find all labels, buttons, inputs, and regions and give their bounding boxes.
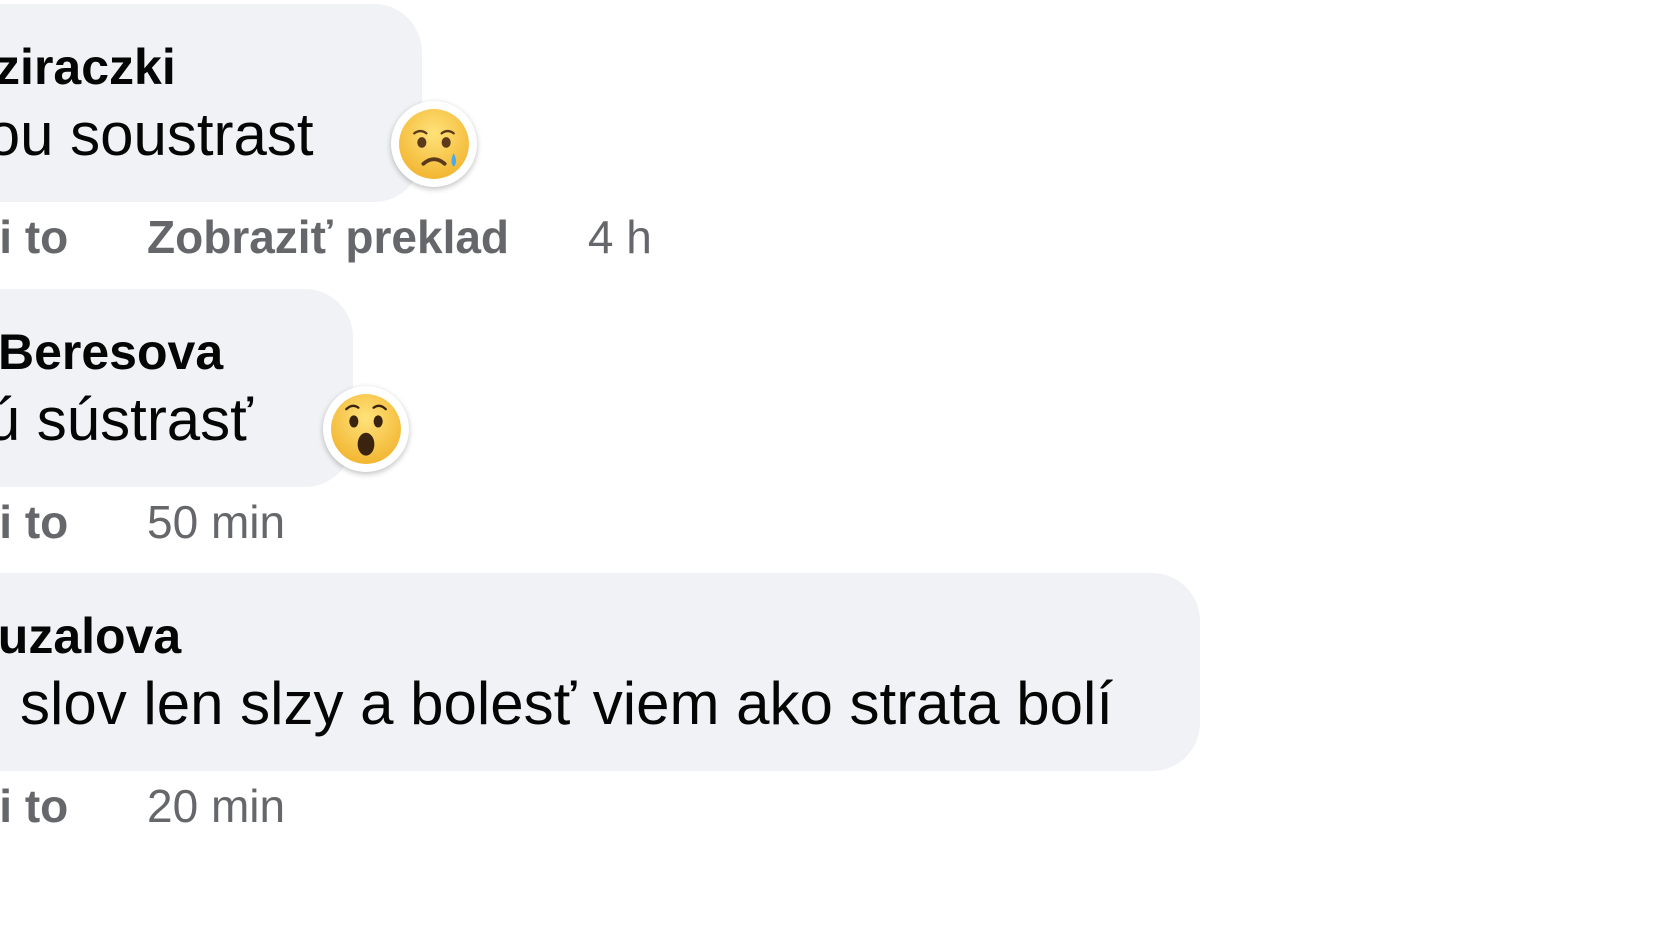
comment-text: nnú sústrasť [0, 386, 253, 453]
like-link[interactable]: a mi to [0, 211, 68, 263]
comment-time[interactable]: 50 min [147, 496, 285, 548]
comment-author[interactable]: Beresova [0, 323, 223, 381]
comment-author[interactable]: a Sziraczki [0, 38, 176, 96]
wow-reaction-icon[interactable] [323, 386, 409, 472]
comments-section: a Sziraczki nnou soustrast a mi [0, 0, 1680, 945]
translate-link[interactable]: Zobraziť preklad [147, 211, 509, 263]
comment-time[interactable]: 4 h [588, 211, 652, 263]
comment-meta: a mi to 50 min [0, 495, 285, 549]
comment-text: am slov len slzy a bolesť viem ako strat… [0, 670, 1113, 737]
sad-reaction-icon[interactable] [391, 101, 477, 187]
comment-meta: a mi to 20 min [0, 779, 285, 833]
comment-meta: a mi to Zobraziť preklad 4 h [0, 210, 652, 264]
wow-icon [331, 394, 401, 464]
comment-author[interactable]: a Buzalova [0, 607, 181, 665]
comment-time[interactable]: 20 min [147, 780, 285, 832]
sad-icon [399, 109, 469, 179]
like-link[interactable]: a mi to [0, 780, 68, 832]
comment-text: nnou soustrast [0, 101, 314, 168]
like-link[interactable]: a mi to [0, 496, 68, 548]
